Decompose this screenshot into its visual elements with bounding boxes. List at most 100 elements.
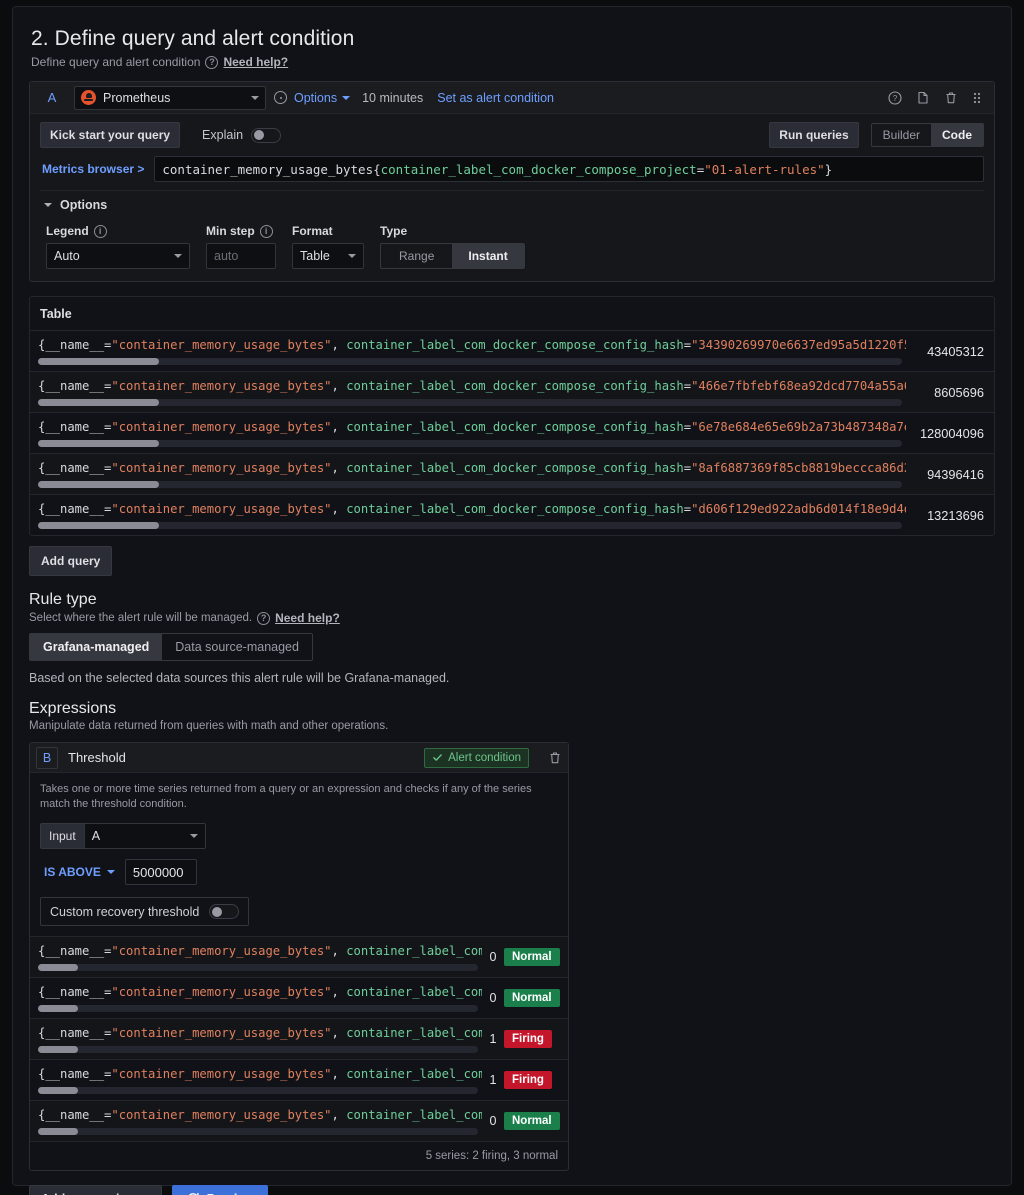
preview-button[interactable]: Preview (171, 1185, 269, 1195)
add-query-button[interactable]: Add query (29, 546, 113, 576)
chevron-down-icon (251, 95, 259, 100)
help-circle-icon: ? (257, 611, 271, 625)
expression-ref-id: B (36, 746, 58, 769)
expression-description: Takes one or more time series returned f… (40, 783, 532, 810)
alert-condition-badge[interactable]: Alert condition (424, 747, 529, 768)
expression-row[interactable]: {__name__="container_memory_usage_bytes"… (30, 1100, 568, 1141)
expression-input-value: A (91, 829, 101, 843)
promql-code-input[interactable]: container_memory_usage_bytes{container_l… (154, 156, 984, 182)
explain-toggle[interactable] (251, 127, 282, 143)
custom-recovery-threshold-label: Custom recovery threshold (50, 904, 200, 919)
step-panel: 2. Define query and alert condition Defi… (12, 6, 1012, 1195)
rule-type-need-help-link[interactable]: Need help? (275, 611, 340, 625)
delete-expression-icon[interactable] (548, 751, 562, 765)
table-cell-series: {__name__="container_memory_usage_bytes"… (30, 331, 906, 371)
rule-type-grafana-managed[interactable]: Grafana-managed (30, 634, 163, 660)
query-options-header[interactable]: Options (44, 198, 982, 212)
expression-row-value: 0 (489, 950, 497, 964)
row-scrollbar[interactable] (38, 1128, 478, 1135)
expression-row-state: Firing (504, 1019, 568, 1059)
table-row[interactable]: {__name__="container_memory_usage_bytes"… (30, 371, 994, 412)
query-options-toggle[interactable]: Options (294, 91, 351, 105)
kick-start-query-button[interactable]: Kick start your query (40, 122, 181, 148)
drag-handle-icon[interactable] (972, 91, 982, 105)
datasource-picker[interactable]: Prometheus (74, 85, 266, 110)
row-scrollbar[interactable] (38, 399, 902, 406)
table-title: Table (40, 307, 72, 321)
promql-brace-open: { (373, 161, 381, 177)
row-scrollbar[interactable] (38, 522, 902, 529)
expression-input-select[interactable]: A (83, 823, 206, 849)
format-select[interactable]: Table (292, 243, 364, 269)
expression-row-value: 1 (489, 1073, 497, 1087)
row-scrollbar[interactable] (38, 358, 902, 365)
metrics-browser-button[interactable]: Metrics browser > (40, 156, 154, 182)
table-row[interactable]: {__name__="container_memory_usage_bytes"… (30, 330, 994, 371)
table-row[interactable]: {__name__="container_memory_usage_bytes"… (30, 494, 994, 535)
row-scrollbar[interactable] (38, 1005, 478, 1012)
custom-recovery-threshold-toggle[interactable] (209, 904, 240, 919)
custom-recovery-threshold-toggle-group[interactable]: Custom recovery threshold (40, 897, 250, 926)
query-type-range[interactable]: Range (381, 244, 452, 268)
status-badge: Normal (504, 989, 560, 1007)
explain-toggle-group[interactable]: Explain (202, 127, 282, 143)
help-icon[interactable]: ? (888, 90, 902, 105)
row-scrollbar[interactable] (38, 1046, 478, 1053)
duplicate-icon[interactable] (916, 91, 930, 105)
expression-row-series: {__name__="container_memory_usage_bytes"… (30, 978, 482, 1018)
query-header: A Prometheus Options 10 minutes Set as a… (30, 82, 994, 114)
legend-select[interactable]: Auto (46, 243, 190, 269)
trash-icon[interactable] (944, 91, 958, 105)
expressions-title: Expressions (29, 700, 117, 717)
expression-row[interactable]: {__name__="container_memory_usage_bytes"… (30, 936, 568, 977)
info-icon: i (259, 224, 273, 238)
status-badge: Firing (504, 1030, 552, 1048)
query-toolbar-right: Run queries Builder Code (769, 122, 984, 148)
run-queries-button[interactable]: Run queries (769, 122, 859, 148)
series-label: {__name__="container_memory_usage_bytes"… (38, 1026, 482, 1040)
row-scrollbar[interactable] (38, 1087, 478, 1094)
row-scrollbar[interactable] (38, 481, 902, 488)
threshold-value-input[interactable]: 5000000 (124, 859, 197, 885)
expression-row-state: Firing (504, 1060, 568, 1100)
series-label: {__name__="container_memory_usage_bytes"… (38, 944, 482, 958)
table-row[interactable]: {__name__="container_memory_usage_bytes"… (30, 412, 994, 453)
chevron-down-icon (342, 95, 351, 100)
table-cell-value: 13213696 (927, 507, 984, 523)
expression-input-label: Input (40, 823, 84, 849)
query-options-section: Options Legend i Auto Min step i auto Fo… (40, 190, 984, 281)
query-code-row: Metrics browser > container_memory_usage… (40, 156, 984, 182)
set-as-alert-condition-link[interactable]: Set as alert condition (437, 91, 554, 105)
rule-type-datasource-managed[interactable]: Data source-managed (162, 634, 312, 660)
legend-label: Legend i (46, 224, 190, 238)
threshold-operator-select[interactable]: IS ABOVE (40, 865, 115, 879)
series-label: {__name__="container_memory_usage_bytes"… (38, 1067, 482, 1081)
legend-label-text: Legend (46, 224, 89, 238)
info-icon: i (93, 224, 107, 238)
promql-label: container_label_com_docker_compose_proje… (380, 161, 697, 177)
format-field: Format Table (292, 224, 364, 269)
query-type-instant[interactable]: Instant (452, 244, 524, 268)
promql-metric: container_memory_usage_bytes (162, 161, 374, 177)
expression-row[interactable]: {__name__="container_memory_usage_bytes"… (30, 1018, 568, 1059)
promql-label-value: "01-alert-rules" (704, 161, 825, 177)
add-expression-button[interactable]: Add expression (29, 1185, 162, 1195)
query-time-range: 10 minutes (362, 90, 424, 105)
min-step-input[interactable]: auto (206, 243, 276, 269)
row-scrollbar[interactable] (38, 964, 478, 971)
expression-row-state: Normal (504, 978, 568, 1018)
editor-mode-code[interactable]: Code (931, 124, 983, 146)
rule-type-subtitle-text: Select where the alert rule will be mana… (29, 612, 253, 624)
status-badge: Firing (504, 1071, 552, 1089)
table-cell-series: {__name__="container_memory_usage_bytes"… (30, 454, 906, 494)
type-label: Type (380, 224, 408, 238)
table-row[interactable]: {__name__="container_memory_usage_bytes"… (30, 453, 994, 494)
expression-row-series: {__name__="container_memory_usage_bytes"… (30, 1101, 482, 1141)
expression-row[interactable]: {__name__="container_memory_usage_bytes"… (30, 977, 568, 1018)
threshold-operator-label: IS ABOVE (44, 865, 101, 879)
editor-mode-builder[interactable]: Builder (872, 124, 931, 146)
expression-row[interactable]: {__name__="container_memory_usage_bytes"… (30, 1059, 568, 1100)
query-toolbar: Kick start your query Explain Run querie… (30, 114, 994, 154)
need-help-link[interactable]: Need help? (223, 55, 288, 69)
row-scrollbar[interactable] (38, 440, 902, 447)
